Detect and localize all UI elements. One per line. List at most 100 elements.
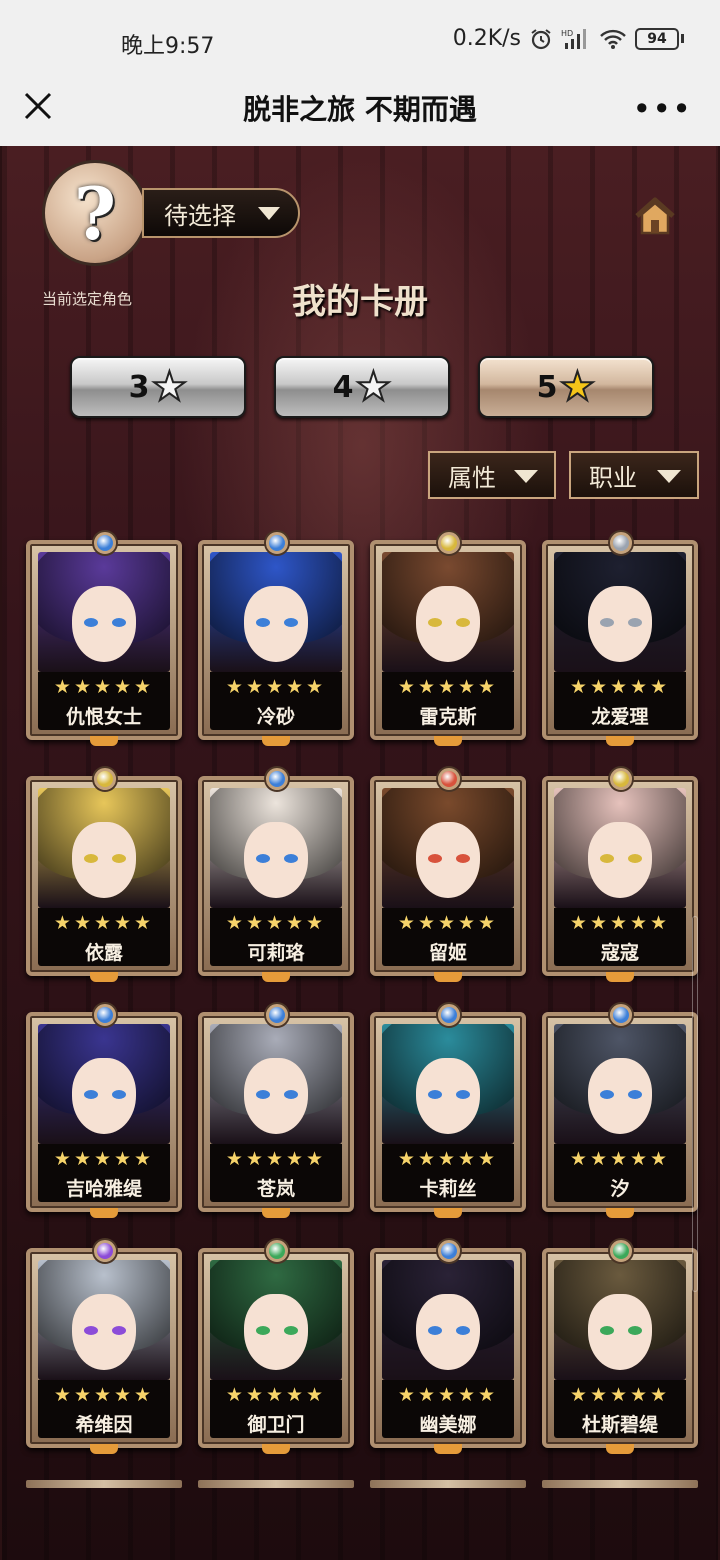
- character-card[interactable]: ★★★★★ 卡莉丝: [370, 1004, 526, 1220]
- portrait-eye: [112, 1090, 126, 1099]
- tab-3-star[interactable]: 3 ★: [70, 356, 246, 418]
- card-name: 御卫门: [247, 1414, 305, 1436]
- card-stars: ★★★★★: [569, 676, 671, 698]
- portrait-face: [416, 1294, 480, 1370]
- character-card[interactable]: ★★★★★ 龙爱理: [542, 532, 698, 748]
- portrait-face: [244, 1294, 308, 1370]
- card-name: 希维因: [75, 1414, 133, 1436]
- card-stars: ★★★★★: [569, 912, 671, 934]
- attribute-filter-dropdown[interactable]: 属性: [428, 451, 556, 499]
- card-stars: ★★★★★: [397, 1148, 499, 1170]
- svg-text:HD: HD: [561, 29, 573, 38]
- element-gem-icon: [94, 1240, 116, 1262]
- portrait-eye: [284, 1090, 298, 1099]
- more-options-icon[interactable]: •••: [632, 90, 692, 128]
- card-frame: ★★★★★ 可莉珞: [198, 776, 354, 976]
- star-icon: ★: [355, 364, 393, 410]
- character-card[interactable]: ★★★★★ 吉哈雅缇: [26, 1004, 182, 1220]
- portrait-eye: [112, 618, 126, 627]
- portrait-eye: [628, 1326, 642, 1335]
- card-stars: ★★★★★: [569, 1148, 671, 1170]
- portrait-eye: [628, 618, 642, 627]
- next-row-card-tops: [26, 1480, 698, 1488]
- character-card[interactable]: ★★★★★ 希维因: [26, 1240, 182, 1456]
- portrait-eye: [112, 1326, 126, 1335]
- portrait-eye: [428, 1326, 442, 1335]
- character-card[interactable]: ★★★★★ 苍岚: [198, 1004, 354, 1220]
- element-gem-icon: [610, 768, 632, 790]
- card-frame: ★★★★★ 杜斯碧缇: [542, 1248, 698, 1448]
- character-portrait: [554, 788, 686, 908]
- card-nameplate: ★★★★★ 可莉珞: [210, 908, 342, 966]
- card-name: 留姬: [428, 942, 467, 964]
- card-nameplate: ★★★★★ 卡莉丝: [382, 1144, 514, 1202]
- tab-4-star[interactable]: 4 ★: [274, 356, 450, 418]
- tab-3-star-label: 3: [128, 369, 150, 405]
- card-nameplate: ★★★★★ 寇寇: [554, 908, 686, 966]
- star-icon: ★: [559, 364, 597, 410]
- character-select-dropdown[interactable]: 待选择: [142, 188, 300, 238]
- card-frame: ★★★★★ 留姬: [370, 776, 526, 976]
- character-card[interactable]: ★★★★★ 杜斯碧缇: [542, 1240, 698, 1456]
- portrait-eye: [456, 618, 470, 627]
- card-name: 幽美娜: [419, 1414, 477, 1436]
- character-portrait: [38, 788, 170, 908]
- character-portrait: [554, 1260, 686, 1380]
- card-stars: ★★★★★: [225, 1384, 327, 1406]
- character-card[interactable]: ★★★★★ 留姬: [370, 768, 526, 984]
- character-card[interactable]: ★★★★★ 寇寇: [542, 768, 698, 984]
- card-name: 雷克斯: [419, 706, 477, 728]
- character-card[interactable]: ★★★★★ 依露: [26, 768, 182, 984]
- card-name: 可莉珞: [247, 942, 305, 964]
- card-name: 汐: [610, 1178, 630, 1200]
- element-gem-icon: [438, 1004, 460, 1026]
- card-frame: ★★★★★ 寇寇: [542, 776, 698, 976]
- portrait-face: [588, 1294, 652, 1370]
- portrait-eye: [84, 618, 98, 627]
- card-tab: [434, 1444, 462, 1454]
- card-frame: ★★★★★ 冷砂: [198, 540, 354, 740]
- card-nameplate: ★★★★★ 龙爱理: [554, 672, 686, 730]
- home-icon[interactable]: [634, 196, 676, 236]
- element-gem-icon: [266, 1004, 288, 1026]
- portrait-eye: [112, 854, 126, 863]
- character-portrait: [554, 552, 686, 672]
- character-card[interactable]: ★★★★★ 御卫门: [198, 1240, 354, 1456]
- character-card[interactable]: ★★★★★ 幽美娜: [370, 1240, 526, 1456]
- card-frame: ★★★★★ 雷克斯: [370, 540, 526, 740]
- portrait-face: [72, 1058, 136, 1134]
- job-filter-dropdown[interactable]: 职业: [569, 451, 699, 499]
- card-stars: ★★★★★: [397, 1384, 499, 1406]
- tab-4-star-label: 4: [332, 369, 354, 405]
- character-portrait: [554, 1024, 686, 1144]
- portrait-eye: [628, 1090, 642, 1099]
- scrollbar[interactable]: [692, 916, 698, 1292]
- portrait-face: [416, 822, 480, 898]
- card-frame: ★★★★★ 汐: [542, 1012, 698, 1212]
- signal-icon: HD: [561, 28, 586, 49]
- tab-5-star-label: 5: [536, 369, 558, 405]
- element-gem-icon: [94, 532, 116, 554]
- character-card[interactable]: ★★★★★ 仇恨女士: [26, 532, 182, 748]
- element-gem-icon: [438, 768, 460, 790]
- character-select-value: 待选择: [164, 201, 236, 230]
- character-card[interactable]: ★★★★★ 雷克斯: [370, 532, 526, 748]
- portrait-eye: [428, 618, 442, 627]
- card-nameplate: ★★★★★ 幽美娜: [382, 1380, 514, 1438]
- character-portrait: [38, 552, 170, 672]
- character-card[interactable]: ★★★★★ 可莉珞: [198, 768, 354, 984]
- portrait-eye: [456, 854, 470, 863]
- portrait-face: [244, 822, 308, 898]
- character-card[interactable]: ★★★★★ 汐: [542, 1004, 698, 1220]
- card-nameplate: ★★★★★ 希维因: [38, 1380, 170, 1438]
- card-name: 龙爱理: [591, 706, 649, 728]
- question-mark-avatar-icon[interactable]: ?: [42, 160, 148, 266]
- job-filter-label: 职业: [589, 463, 637, 492]
- selected-character[interactable]: ? 当前选定角色: [42, 160, 148, 308]
- character-card[interactable]: ★★★★★ 冷砂: [198, 532, 354, 748]
- card-name: 冷砂: [256, 706, 295, 728]
- portrait-face: [72, 822, 136, 898]
- card-name: 仇恨女士: [65, 706, 142, 728]
- tab-5-star[interactable]: 5 ★: [478, 356, 654, 418]
- character-portrait: [382, 552, 514, 672]
